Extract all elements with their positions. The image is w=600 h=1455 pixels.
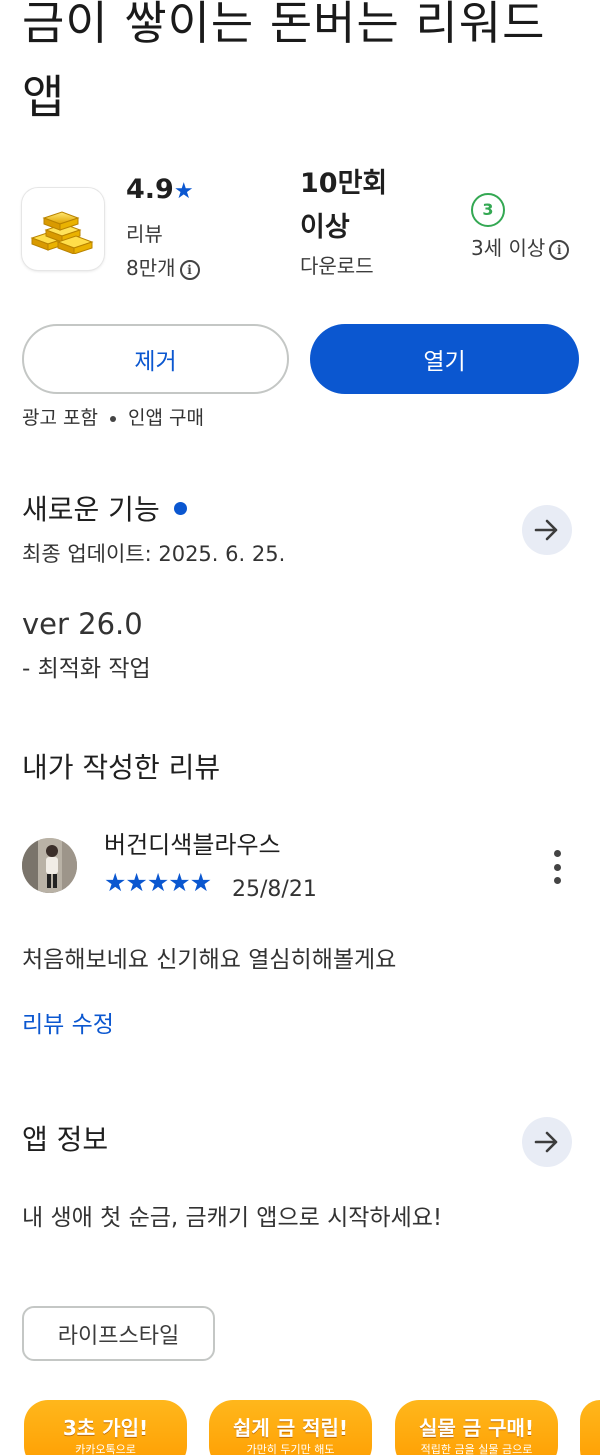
whats-new-arrow-button[interactable] [522,505,572,555]
about-app-title[interactable]: 앱 정보 [22,1120,108,1160]
whats-new-title-row[interactable]: 새로운 기능 [22,490,187,530]
info-icon[interactable]: i [179,259,200,280]
last-updated: 최종 업데이트: 2025. 6. 25. [22,542,286,566]
rating-stat: 4.9★ 리뷰 8만개 i [126,170,200,286]
remove-button[interactable]: 제거 [22,324,289,394]
downloads-value: 10만회 [300,168,388,199]
info-icon[interactable]: i [549,239,570,260]
separator-dot [109,415,116,422]
screenshot-4-partial[interactable] [580,1400,600,1455]
profile-photo-icon [22,838,77,893]
star-icon: ★ [173,179,194,204]
review-author: 버건디색블라우스 [104,831,281,859]
screenshot-3[interactable]: 실물 금 구매! 적립한 금을 실물 금으로 [395,1400,558,1455]
age-rating-label: 3세 이상 [471,236,546,260]
downloads-label: 다운로드 [300,254,374,278]
reviews-label: 리뷰 [126,222,163,246]
age-rating-row[interactable]: 3세 이상 i [471,230,570,266]
release-notes: - 최적화 작업 [22,656,151,682]
open-button[interactable]: 열기 [310,324,579,394]
review-stars: ★★★★★ [104,868,212,897]
rating-value: 4.9 [126,174,174,205]
downloads-suffix: 이상 [300,212,350,243]
avatar [22,838,77,893]
new-indicator-dot [173,501,187,515]
age-rating-badge: 3 [471,193,505,227]
contains-ads-label: 광고 포함 [22,407,98,429]
in-app-purchases-label: 인앱 구매 [127,407,204,429]
rating-row: 4.9★ [126,170,200,212]
screenshot-headline: 3초 가입! [62,1416,149,1440]
screenshot-2[interactable]: 쉽게 금 적립! 가만히 두기만 해도 [209,1400,372,1455]
app-description: 내 생애 첫 순금, 금캐기 앱으로 시작하세요! [22,1205,443,1231]
app-title: 금이 쌓이는 돈버는 리워드 앱 [22,0,546,124]
arrow-right-icon [534,519,558,541]
reviews-count-row[interactable]: 8만개 i [126,250,200,286]
version-text: ver 26.0 [22,607,143,641]
screenshot-subtext: 카카오톡으로 [75,1443,136,1455]
screenshot-headline: 실물 금 구매! [418,1416,535,1440]
whats-new-title: 새로운 기능 [22,493,160,526]
my-review-title: 내가 작성한 리뷰 [22,751,221,784]
screenshot-headline: 쉽게 금 적립! [232,1416,349,1440]
downloads-stat: 10만회 이상 다운로드 [300,164,387,284]
about-arrow-button[interactable] [522,1117,572,1167]
arrow-right-icon [534,1131,558,1153]
more-options-icon[interactable] [550,850,564,884]
screenshot-1[interactable]: 3초 가입! 카카오톡으로 [24,1400,187,1455]
reviews-count: 8만개 [126,256,176,280]
screenshot-subtext: 가만히 두기만 해도 [246,1443,335,1455]
review-date: 25/8/21 [232,877,317,902]
monetization-info: 광고 포함 인앱 구매 [22,402,204,434]
edit-review-link[interactable]: 리뷰 수정 [22,1007,114,1043]
gold-bars-icon [30,211,94,254]
app-icon [22,188,104,270]
review-text: 처음해보네요 신기해요 열심히해볼게요 [22,947,397,973]
category-chip[interactable]: 라이프스타일 [22,1306,215,1361]
screenshot-subtext: 적립한 금을 실물 금으로 [420,1443,533,1455]
